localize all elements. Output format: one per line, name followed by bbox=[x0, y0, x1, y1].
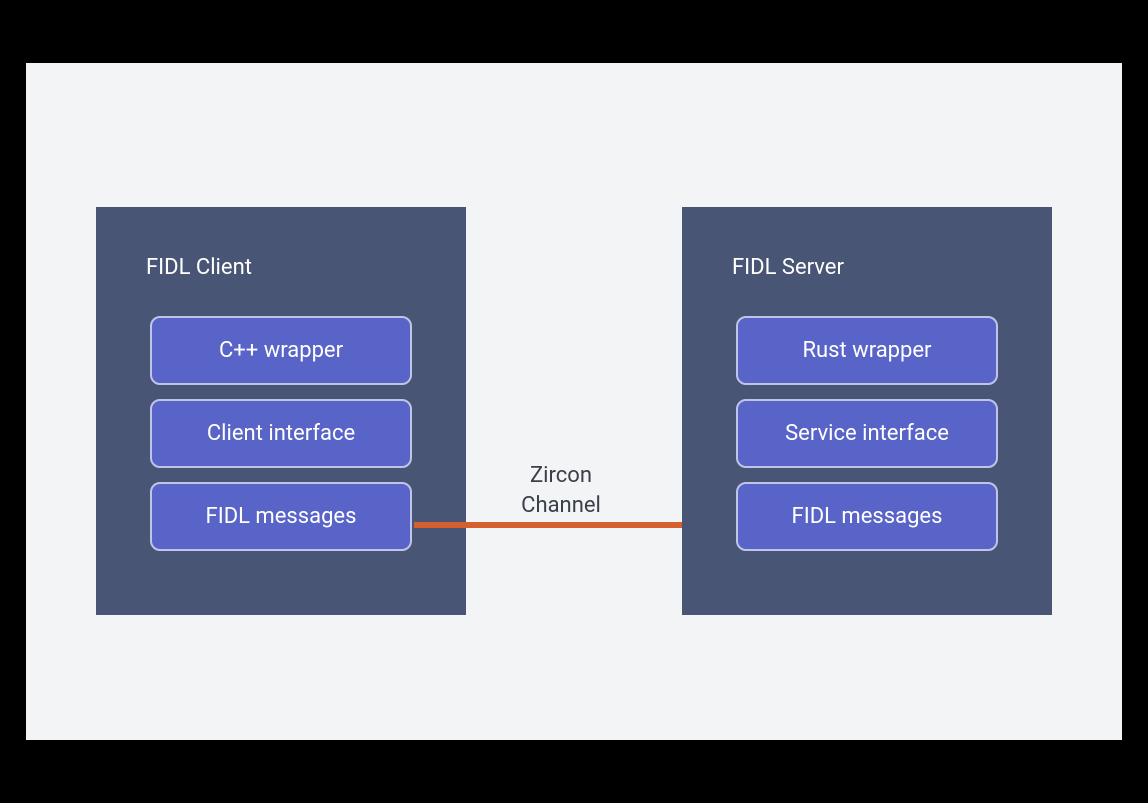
channel-label-line1: Zircon bbox=[530, 463, 592, 488]
zircon-channel-connector bbox=[414, 522, 709, 528]
zircon-channel-label: Zircon Channel bbox=[466, 461, 656, 520]
client-box-title: FIDL Client bbox=[146, 255, 438, 280]
server-layer-messages: FIDL messages bbox=[736, 482, 998, 551]
fidl-client-box: FIDL Client C++ wrapper Client interface… bbox=[96, 207, 466, 615]
diagram-canvas: FIDL Client C++ wrapper Client interface… bbox=[26, 63, 1122, 740]
fidl-server-box: FIDL Server Rust wrapper Service interfa… bbox=[682, 207, 1052, 615]
server-layer-wrapper: Rust wrapper bbox=[736, 316, 998, 385]
client-layer-interface: Client interface bbox=[150, 399, 412, 468]
channel-label-line2: Channel bbox=[521, 493, 601, 518]
server-box-title: FIDL Server bbox=[732, 255, 1024, 280]
client-layer-messages: FIDL messages bbox=[150, 482, 412, 551]
client-layer-wrapper: C++ wrapper bbox=[150, 316, 412, 385]
server-layer-interface: Service interface bbox=[736, 399, 998, 468]
